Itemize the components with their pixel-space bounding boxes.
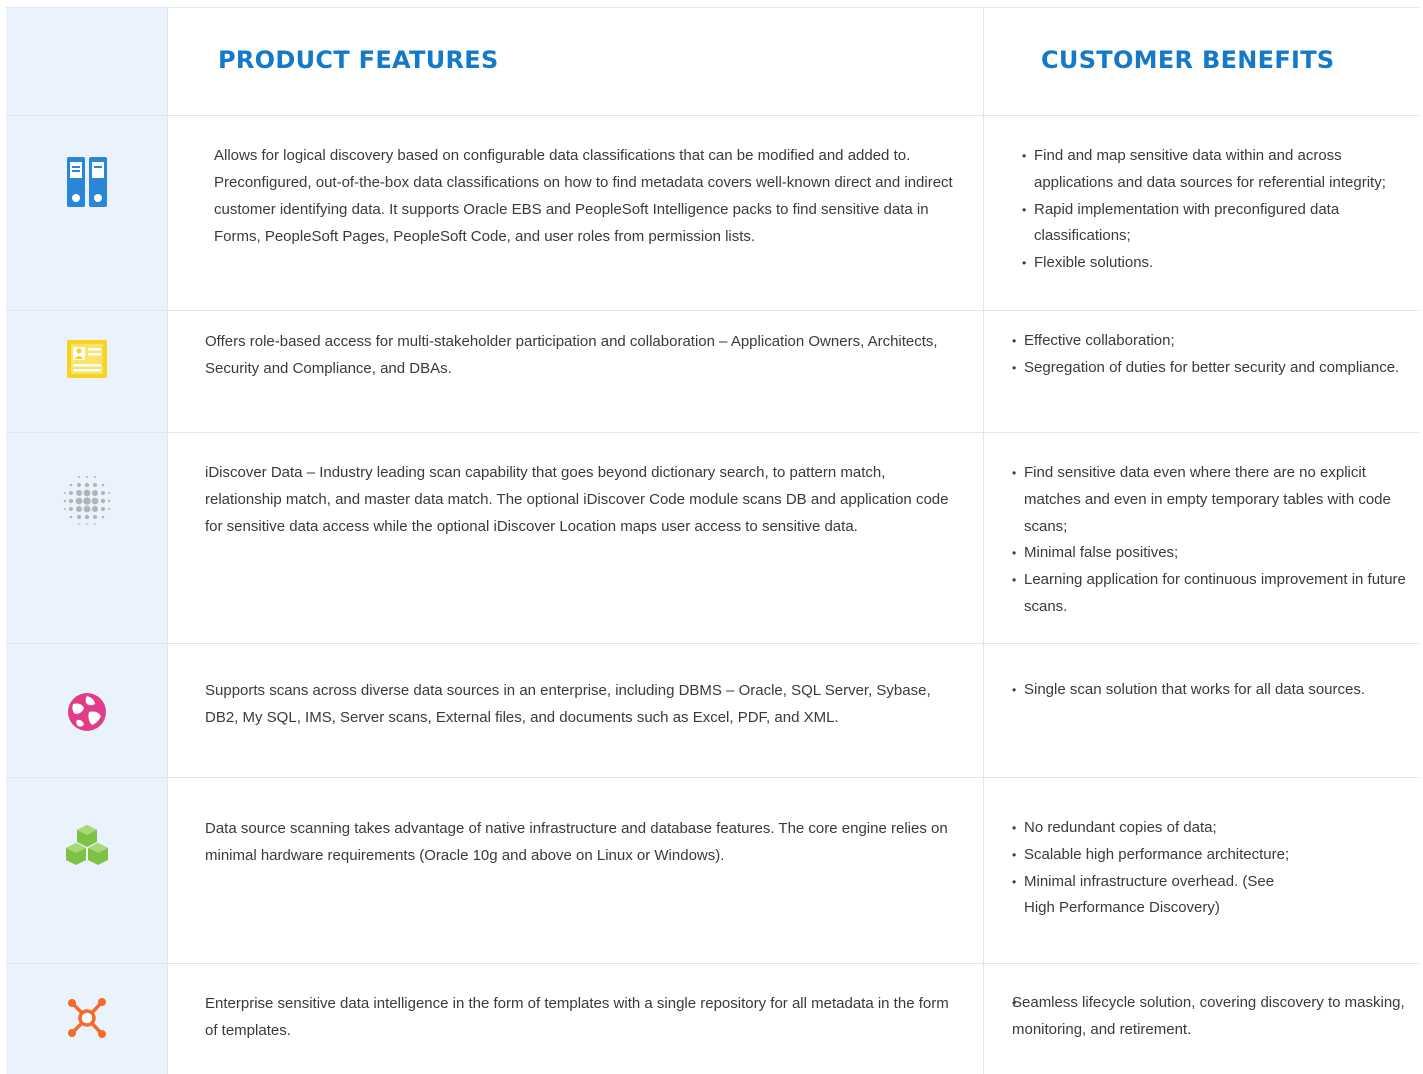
binders-icon — [66, 157, 107, 207]
feature-cell: Allows for logical discovery based on co… — [168, 116, 984, 310]
feature-text: Data source scanning takes advantage of … — [205, 820, 948, 864]
list-item: Rapid implementation with preconfigured … — [1022, 197, 1407, 251]
feature-text: Offers role-based access for multi-stake… — [205, 333, 938, 377]
list-item: Single scan solution that works for all … — [1012, 677, 1407, 704]
list-item: No redundant copies of data; — [1012, 815, 1407, 842]
list-item: Flexible solutions. — [1022, 250, 1407, 277]
benefits-cell: Effective collaboration; Segregation of … — [984, 311, 1419, 432]
benefits-cell: Find and map sensitive data within and a… — [984, 116, 1419, 310]
id-card-icon — [66, 340, 107, 378]
hub-network-icon — [67, 998, 106, 1038]
feature-cell: Supports scans across diverse data sourc… — [168, 644, 984, 777]
features-benefits-table: PRODUCT FEATURES CUSTOMER BENEFITS Allow… — [6, 7, 1419, 1074]
list-item: Learning application for continuous impr… — [1012, 567, 1407, 621]
features-title: PRODUCT FEATURES — [218, 46, 499, 74]
list-item: Scalable high performance architecture; — [1012, 842, 1407, 869]
list-item: Find sensitive data even where there are… — [1012, 460, 1407, 540]
benefits-list: Effective collaboration; Segregation of … — [1012, 328, 1407, 382]
benefits-list: No redundant copies of data; Scalable hi… — [1012, 815, 1407, 922]
benefits-cell: No redundant copies of data; Scalable hi… — [984, 778, 1419, 963]
feature-cell: Offers role-based access for multi-stake… — [168, 311, 984, 432]
feature-cell: Enterprise sensitive data intelligence i… — [168, 964, 984, 1074]
benefits-header-cell: CUSTOMER BENEFITS — [984, 8, 1419, 115]
dot-sphere-icon — [63, 476, 110, 525]
benefits-title: CUSTOMER BENEFITS — [1041, 46, 1335, 74]
table-row: Enterprise sensitive data intelligence i… — [6, 964, 1419, 1074]
feature-text: Allows for logical discovery based on co… — [214, 147, 953, 245]
table-row: Allows for logical discovery based on co… — [6, 116, 1419, 311]
row-icon-cell — [6, 433, 168, 643]
feature-cell: iDiscover Data – Industry leading scan c… — [168, 433, 984, 643]
list-item: Minimal infrastructure overhead. (See Hi… — [1012, 869, 1284, 923]
table-row: Offers role-based access for multi-stake… — [6, 311, 1419, 433]
row-icon-cell — [6, 116, 168, 310]
row-icon-cell — [6, 311, 168, 432]
stacked-cubes-icon — [65, 825, 108, 865]
benefits-list: Find sensitive data even where there are… — [1012, 460, 1407, 621]
benefits-list: Seamless lifecycle solution, covering di… — [1012, 990, 1407, 1044]
list-item: Seamless lifecycle solution, covering di… — [1012, 990, 1407, 1044]
list-item: Find and map sensitive data within and a… — [1022, 143, 1407, 197]
icon-column-header — [6, 8, 168, 115]
list-item: Effective collaboration; — [1012, 328, 1407, 355]
feature-text: Supports scans across diverse data sourc… — [205, 682, 931, 726]
benefits-list: Single scan solution that works for all … — [1012, 677, 1407, 704]
row-icon-cell — [6, 644, 168, 777]
table-row: iDiscover Data – Industry leading scan c… — [6, 433, 1419, 644]
feature-text: Enterprise sensitive data intelligence i… — [205, 995, 949, 1039]
benefits-list: Find and map sensitive data within and a… — [1022, 143, 1407, 277]
table-row: Data source scanning takes advantage of … — [6, 778, 1419, 964]
benefits-cell: Single scan solution that works for all … — [984, 644, 1419, 777]
feature-cell: Data source scanning takes advantage of … — [168, 778, 984, 963]
benefits-cell: Find sensitive data even where there are… — [984, 433, 1419, 643]
globe-icon — [67, 693, 106, 731]
row-icon-cell — [6, 964, 168, 1074]
features-header-cell: PRODUCT FEATURES — [168, 8, 984, 115]
table-row: Supports scans across diverse data sourc… — [6, 644, 1419, 778]
row-icon-cell — [6, 778, 168, 963]
table-header-row: PRODUCT FEATURES CUSTOMER BENEFITS — [6, 7, 1419, 116]
list-item: Minimal false positives; — [1012, 540, 1407, 567]
feature-text: iDiscover Data – Industry leading scan c… — [205, 464, 949, 535]
benefits-cell: Seamless lifecycle solution, covering di… — [984, 964, 1419, 1074]
list-item: Segregation of duties for better securit… — [1012, 355, 1407, 382]
